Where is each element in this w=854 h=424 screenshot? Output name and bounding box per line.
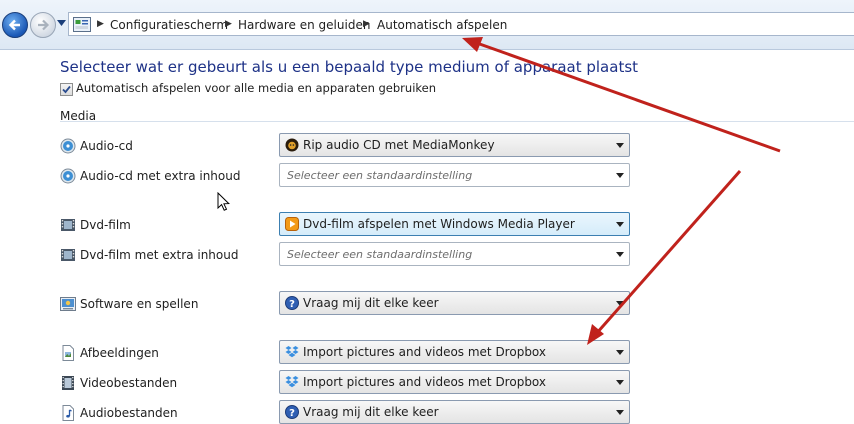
row-label-software-en-spellen: Software en spellen xyxy=(80,297,199,311)
mediamonkey-icon xyxy=(285,138,299,152)
breadcrumb-separator-icon[interactable]: ▶ xyxy=(97,19,104,29)
dropdown-value: Import pictures and videos met Dropbox xyxy=(303,345,547,359)
cd-icon xyxy=(60,168,76,184)
dropdown-value: Vraag mij dit elke keer xyxy=(303,296,439,310)
dropdown-placeholder: Selecteer een standaardinstelling xyxy=(287,169,473,182)
dropbox-icon xyxy=(285,376,299,388)
dropdown-audiobestanden[interactable]: ? Vraag mij dit elke keer xyxy=(279,400,630,424)
video-file-icon xyxy=(62,376,74,390)
section-divider xyxy=(60,121,854,122)
breadcrumb-separator-icon[interactable]: ▶ xyxy=(225,19,232,29)
audio-file-icon xyxy=(62,405,74,421)
dropdown-arrow-icon[interactable] xyxy=(616,380,624,385)
breadcrumb-configuratiescherm[interactable]: Configuratiescherm xyxy=(110,18,228,32)
cd-icon xyxy=(60,138,76,154)
breadcrumb-automatisch-afspelen[interactable]: Automatisch afspelen xyxy=(377,18,507,32)
row-label-afbeeldingen: Afbeeldingen xyxy=(80,346,159,360)
dropbox-icon xyxy=(285,346,299,358)
row-label-audio-cd: Audio-cd xyxy=(80,139,133,153)
dropdown-arrow-icon[interactable] xyxy=(616,143,624,148)
forward-arrow-icon xyxy=(38,19,50,31)
back-arrow-icon xyxy=(8,19,20,31)
forward-button[interactable] xyxy=(30,12,56,38)
dropdown-dvd-film-extra[interactable]: Selecteer een standaardinstelling xyxy=(279,242,630,266)
dropdown-value: Import pictures and videos met Dropbox xyxy=(303,375,547,389)
recent-pages-chevron-icon[interactable] xyxy=(57,20,66,26)
row-label-dvd-film: Dvd-film xyxy=(80,218,131,232)
back-button[interactable] xyxy=(2,12,28,38)
dropdown-videobestanden[interactable]: Import pictures and videos met Dropbox xyxy=(279,370,630,394)
svg-text:?: ? xyxy=(289,408,295,419)
svg-text:?: ? xyxy=(289,299,295,310)
dropdown-software-en-spellen[interactable]: ? Vraag mij dit elke keer xyxy=(279,291,630,315)
dropdown-arrow-icon[interactable] xyxy=(616,410,624,415)
dropdown-afbeeldingen[interactable]: Import pictures and videos met Dropbox xyxy=(279,340,630,364)
dropdown-arrow-icon[interactable] xyxy=(616,252,624,257)
dropdown-placeholder: Selecteer een standaardinstelling xyxy=(287,248,473,261)
row-label-videobestanden: Videobestanden xyxy=(80,376,178,390)
dropdown-arrow-icon[interactable] xyxy=(616,350,624,355)
dropdown-dvd-film[interactable]: Dvd-film afspelen met Windows Media Play… xyxy=(279,212,630,236)
control-panel-icon xyxy=(73,17,91,32)
question-icon: ? xyxy=(285,296,299,310)
row-label-dvd-film-extra: Dvd-film met extra inhoud xyxy=(80,248,239,262)
dvd-icon xyxy=(61,249,75,261)
breadcrumb: ▶ Configuratiescherm ▶ Hardware en gelui… xyxy=(68,12,854,36)
checkmark-icon xyxy=(62,85,71,94)
media-player-icon xyxy=(285,217,299,231)
breadcrumb-separator-icon[interactable]: ▶ xyxy=(363,19,370,29)
address-bar: ▶ Configuratiescherm ▶ Hardware en gelui… xyxy=(0,0,854,50)
row-label-audiobestanden: Audiobestanden xyxy=(80,406,178,420)
dropdown-arrow-icon[interactable] xyxy=(616,222,624,227)
software-icon xyxy=(60,297,76,311)
dropdown-arrow-icon[interactable] xyxy=(616,173,624,178)
dropdown-value: Rip audio CD met MediaMonkey xyxy=(303,138,495,152)
row-label-audio-cd-extra: Audio-cd met extra inhoud xyxy=(80,169,241,183)
dvd-icon xyxy=(61,219,75,231)
mouse-cursor-icon xyxy=(217,192,230,211)
page-title: Selecteer wat er gebeurt als u een bepaa… xyxy=(60,58,639,76)
dropdown-audio-cd[interactable]: Rip audio CD met MediaMonkey xyxy=(279,133,630,157)
dropdown-value: Dvd-film afspelen met Windows Media Play… xyxy=(303,217,575,231)
dropdown-arrow-icon[interactable] xyxy=(616,301,624,306)
image-file-icon xyxy=(62,345,74,361)
dropdown-audio-cd-extra[interactable]: Selecteer een standaardinstelling xyxy=(279,163,630,187)
dropdown-value: Vraag mij dit elke keer xyxy=(303,405,439,419)
autoplay-checkbox-label[interactable]: Automatisch afspelen voor alle media en … xyxy=(76,81,436,95)
breadcrumb-hardware-en-geluiden[interactable]: Hardware en geluiden xyxy=(238,18,370,32)
autoplay-checkbox[interactable] xyxy=(60,83,73,96)
question-icon: ? xyxy=(285,405,299,419)
